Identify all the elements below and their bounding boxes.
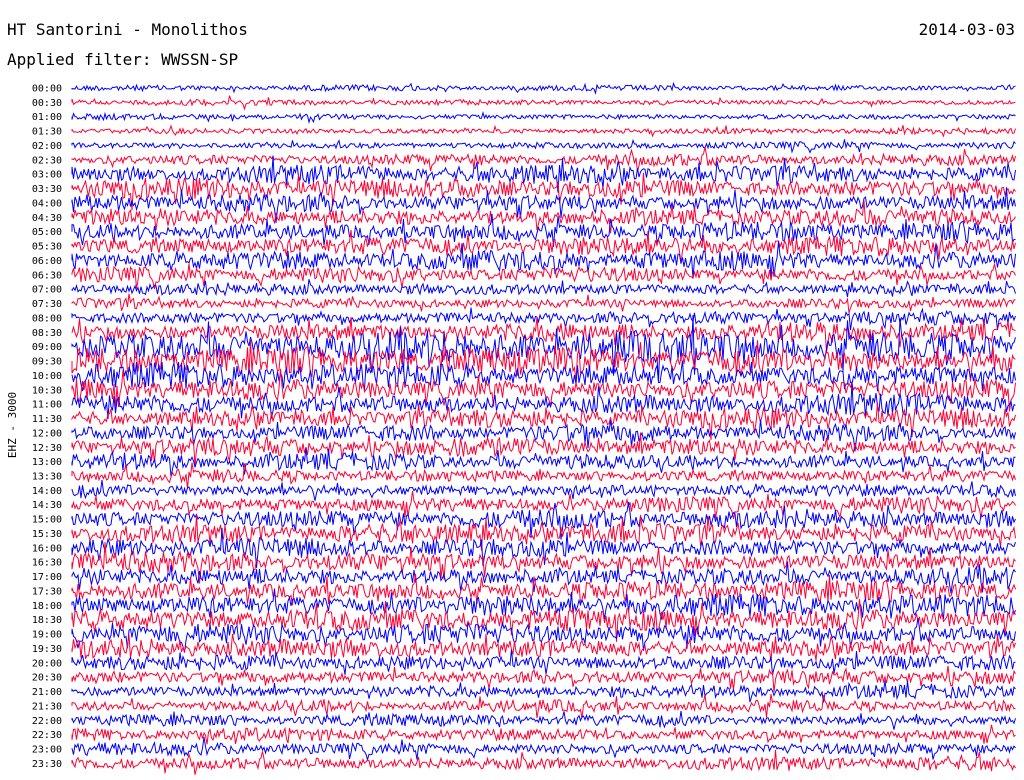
time-tick-label: 00:00 (32, 84, 62, 95)
time-tick-label: 09:00 (32, 342, 62, 353)
trace-line-0000 (71, 81, 1016, 95)
time-tick-label: 06:00 (32, 256, 62, 267)
time-tick-label: 08:00 (32, 313, 62, 324)
time-tick-label: 23:00 (32, 745, 62, 756)
time-tick-label: 13:00 (32, 457, 62, 468)
time-tick-label: 20:00 (32, 658, 62, 669)
time-tick-label: 00:30 (32, 98, 62, 109)
channel-label: EHZ - 3000 (6, 392, 19, 458)
time-tick-label: 09:30 (32, 357, 62, 368)
time-tick-label: 01:00 (32, 112, 62, 123)
time-tick-label: 14:00 (32, 486, 62, 497)
time-tick-label: 13:30 (32, 472, 62, 483)
trace-line-2000 (71, 649, 1016, 676)
time-tick-label: 22:30 (32, 730, 62, 741)
trace-line-2200 (71, 711, 1016, 730)
time-tick-label: 15:00 (32, 515, 62, 526)
time-tick-label: 15:30 (32, 529, 62, 540)
time-tick-label: 11:00 (32, 400, 62, 411)
time-tick-label: 17:30 (32, 587, 62, 598)
time-tick-label: 19:30 (32, 644, 62, 655)
time-tick-label: 04:30 (32, 213, 62, 224)
trace-line-2130 (71, 694, 1016, 718)
time-tick-label: 23:30 (32, 759, 62, 770)
time-tick-label: 03:30 (32, 184, 62, 195)
trace-line-0030 (71, 95, 1016, 111)
time-tick-label: 07:30 (32, 299, 62, 310)
time-tick-label: 14:30 (32, 500, 62, 511)
time-tick-label: 02:00 (32, 141, 62, 152)
time-tick-label: 05:30 (32, 242, 62, 253)
time-tick-labels: 00:00 00:30 01:00 01:30 02:00 02:30 03:00 03:30… (32, 84, 62, 770)
time-tick-label: 12:30 (32, 443, 62, 454)
trace-line-0800 (71, 307, 1016, 331)
trace-line-0100 (71, 110, 1016, 125)
time-tick-label: 18:00 (32, 601, 62, 612)
trace-line-0230 (71, 146, 1016, 173)
time-tick-label: 04:00 (32, 199, 62, 210)
time-tick-label: 16:00 (32, 543, 62, 554)
time-tick-label: 21:30 (32, 701, 62, 712)
trace-line-0530 (71, 229, 1016, 265)
trace-line-1400 (71, 479, 1016, 501)
time-tick-label: 18:30 (32, 615, 62, 626)
trace-line-2100 (71, 680, 1016, 703)
trace-line-0200 (71, 138, 1016, 154)
time-tick-label: 16:30 (32, 558, 62, 569)
time-tick-label: 19:00 (32, 630, 62, 641)
time-tick-label: 02:30 (32, 155, 62, 166)
helicorder-plot: 00:00 00:30 01:00 01:30 02:00 02:30 03:00 03:30… (6, 81, 1016, 775)
trace-line-0700 (71, 279, 1016, 298)
time-tick-label: 10:30 (32, 385, 62, 396)
time-tick-label: 07:00 (32, 285, 62, 296)
time-tick-label: 05:00 (32, 227, 62, 238)
time-tick-label: 10:00 (32, 371, 62, 382)
trace-line-1300 (71, 448, 1016, 477)
trace-line-1330 (71, 462, 1016, 489)
trace-group (71, 81, 1016, 775)
trace-line-0730 (71, 293, 1016, 314)
time-tick-label: 17:00 (32, 572, 62, 583)
time-tick-label: 21:00 (32, 687, 62, 698)
time-tick-label: 01:30 (32, 127, 62, 138)
trace-line-2230 (71, 724, 1016, 745)
trace-line-2030 (71, 665, 1016, 693)
trace-line-2330 (71, 749, 1016, 775)
time-tick-label: 06:30 (32, 270, 62, 281)
time-tick-label: 11:30 (32, 414, 62, 425)
time-tick-label: 22:00 (32, 716, 62, 727)
trace-line-0130 (71, 124, 1016, 138)
time-tick-label: 03:00 (32, 170, 62, 181)
time-tick-label: 20:30 (32, 673, 62, 684)
trace-line-2300 (71, 736, 1016, 762)
time-tick-label: 12:00 (32, 428, 62, 439)
time-tick-label: 08:30 (32, 328, 62, 339)
